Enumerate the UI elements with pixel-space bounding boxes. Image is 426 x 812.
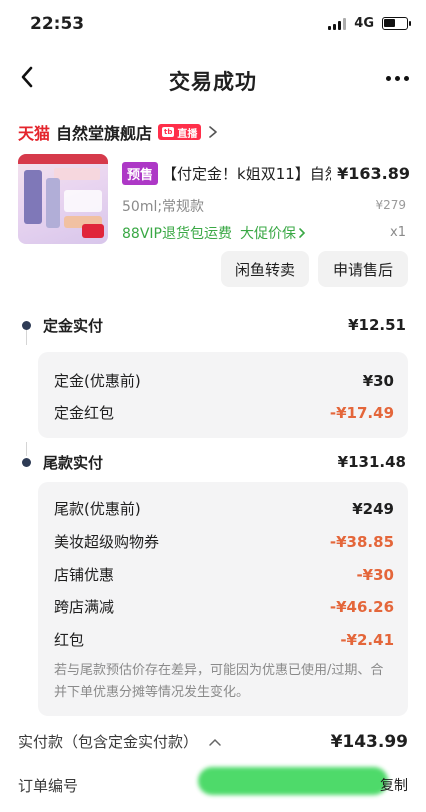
more-dot-icon [403,75,409,81]
service-price-protect[interactable]: 大促价保 [240,223,306,243]
network-label: 4G [354,16,374,31]
more-dot-icon [385,75,391,81]
total-amount: ¥143.99 [330,731,408,752]
balance-row: 美妆超级购物券 -¥38.85 [54,531,394,552]
balance-row-label: 跨店满减 [54,598,115,616]
deposit-row: 定金(优惠前) ¥30 [54,370,394,391]
image-bottle [24,170,42,224]
deposit-header: 定金实付 ¥12.51 [18,314,408,336]
total-label: 实付款（包含定金实付款） [18,733,199,751]
live-badge-prefix: tb [162,127,175,137]
back-button[interactable] [12,62,42,92]
balance-row: 尾款(优惠前) ¥249 [54,498,394,519]
product-services: 88VIP退货包运费 大促价保 [122,223,306,243]
order-number-redaction [198,767,388,795]
more-dot-icon [394,75,400,81]
timeline-dot [22,320,31,330]
copy-button[interactable]: 复制 [380,775,408,795]
product-image[interactable] [18,154,108,244]
status-indicators: 4G [328,16,411,31]
signal-icon [328,17,347,30]
order-number-row: 订单编号 复制 [18,767,408,797]
deposit-detail-box: 定金(优惠前) ¥30 定金红包 -¥17.49 [38,352,408,438]
after-sale-button[interactable]: 申请售后 [318,251,408,287]
balance-note: 若与尾款预估价存在差异，可能因为优惠已使用/过期、合并下单优惠分摊等情况发生变化… [54,663,384,700]
service-price-protect-label: 大促价保 [239,226,296,242]
chevron-right-icon [209,126,218,138]
tmall-logo: 天猫 [18,124,51,143]
image-bottle [46,178,60,228]
balance-row: 跨店满减 -¥46.26 [54,596,394,617]
balance-row-value: -¥2.41 [340,630,394,649]
deposit-row-value: -¥17.49 [329,403,394,422]
product-price: ¥163.89 [337,164,410,183]
image-box [64,190,102,212]
product-original-price: ¥279 [375,198,406,212]
chevron-up-icon [209,738,221,746]
balance-row-value: -¥46.26 [329,597,394,616]
nav-bar: 交易成功 [0,52,426,104]
timeline-dot [22,457,31,467]
resell-button[interactable]: 闲鱼转卖 [221,251,309,287]
product-title-row[interactable]: 预售 【付定金！k姐双11】自然 ¥163.89 [122,162,410,185]
status-time: 22:53 [30,14,85,34]
shop-name: 自然堂旗舰店 [56,124,153,143]
presale-badge: 预售 [122,162,159,185]
chevron-right-icon [299,228,306,238]
battery-icon [382,17,411,30]
page-title: 交易成功 [169,70,257,94]
deposit-label: 定金实付 [43,316,104,335]
balance-row-label: 店铺优惠 [54,566,115,584]
deposit-row: 定金红包 -¥17.49 [54,402,394,423]
balance-row: 红包 -¥2.41 [54,629,394,650]
balance-amount: ¥131.48 [337,453,406,471]
deposit-row-label: 定金红包 [54,404,115,422]
live-badge: tb 直播 [158,124,202,140]
balance-row-value: -¥38.85 [329,532,394,551]
product-spec: 50ml;常规款 [122,199,205,215]
order-number-label: 订单编号 [18,776,79,795]
more-options-button[interactable] [380,68,414,88]
balance-row-label: 尾款(优惠前) [54,500,141,518]
product-quantity: x1 [390,225,406,240]
image-banner [18,154,108,164]
balance-row-label: 美妆超级购物券 [54,533,160,551]
deposit-row-value: ¥30 [362,371,394,390]
balance-row-value: -¥30 [356,565,394,584]
total-row[interactable]: 实付款（包含定金实付款） ¥143.99 [18,731,408,752]
balance-row: 店铺优惠 -¥30 [54,564,394,585]
balance-row-value: ¥249 [352,499,394,518]
service-return-shipping[interactable]: 88VIP退货包运费 [122,223,232,243]
balance-header: 尾款实付 ¥131.48 [18,451,408,473]
image-promo [54,168,100,180]
deposit-row-label: 定金(优惠前) [54,372,141,390]
balance-detail-box: 尾款(优惠前) ¥249 美妆超级购物券 -¥38.85 店铺优惠 -¥30 跨… [38,482,408,716]
balance-label: 尾款实付 [43,453,104,472]
status-bar: 22:53 4G [0,0,426,48]
product-title: 【付定金！k姐双11】自然 [162,165,332,183]
chevron-left-icon [21,66,33,88]
balance-row-label: 红包 [54,631,85,649]
shop-link[interactable]: 天猫 自然堂旗舰店 tb 直播 [18,120,219,144]
image-price-tag [82,224,104,238]
live-badge-label: 直播 [177,128,198,140]
deposit-amount: ¥12.51 [348,316,406,334]
battery-level [384,19,395,27]
